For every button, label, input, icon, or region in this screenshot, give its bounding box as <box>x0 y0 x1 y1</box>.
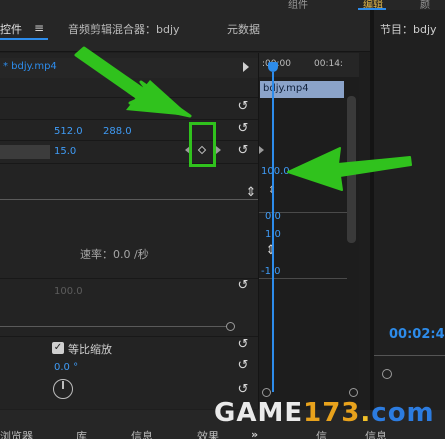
timeline-expand-arrow-icon[interactable] <box>259 146 264 154</box>
watermark-dot-text: . <box>360 398 372 428</box>
tab-program-monitor[interactable]: 节目：bdjy <box>380 21 437 37</box>
graph-fit-icon[interactable]: ⇕ <box>244 186 258 199</box>
scale-width-slider-track[interactable] <box>0 326 228 327</box>
next-keyframe-icon[interactable] <box>216 146 221 154</box>
ruler-time-mark: 00:14: <box>314 59 343 69</box>
uniform-scale-checkbox[interactable]: ✓ <box>52 342 64 354</box>
row-divider <box>0 336 258 337</box>
tab-metadata[interactable]: 元数据 <box>227 21 260 37</box>
timeline-zoom-end-handle[interactable] <box>349 388 358 397</box>
tab-media-browser[interactable]: 浏览器 <box>0 428 33 439</box>
graph-max-value: 100.0 <box>261 166 290 177</box>
scale-value[interactable]: 15.0 <box>54 146 76 157</box>
tab-info-3[interactable]: 信息 <box>365 428 387 439</box>
menu-icon[interactable]: ≡ <box>34 21 44 35</box>
velocity-bottom-value: -1.0 <box>261 266 281 277</box>
scale-width-value: 100.0 <box>54 286 83 297</box>
row-divider <box>0 278 258 279</box>
rotation-dial-icon[interactable] <box>53 379 73 399</box>
program-monitor-panel <box>374 10 445 410</box>
clip-name[interactable]: * bdjy.mp4 <box>3 61 57 72</box>
reset-position-icon[interactable]: ↺ <box>236 122 250 135</box>
watermark-game-text: GAME <box>214 398 304 428</box>
playhead-line[interactable] <box>272 72 274 392</box>
position-x-value[interactable]: 512.0 <box>54 126 83 137</box>
reset-rotation-icon[interactable]: ↺ <box>236 359 250 372</box>
annotation-highlight-box <box>189 122 216 167</box>
program-time-ruler[interactable] <box>374 355 445 356</box>
timeline-zoom-start-handle[interactable] <box>262 388 271 397</box>
watermark-com-text: com <box>371 398 435 428</box>
timeline-vertical-scrollbar[interactable] <box>347 96 356 243</box>
row-divider <box>0 163 258 164</box>
playhead-handle[interactable] <box>268 62 278 72</box>
reset-scale-icon[interactable]: ↺ <box>236 144 250 157</box>
scale-width-slider-knob[interactable] <box>226 322 235 331</box>
row-divider <box>0 97 258 98</box>
tab-libraries[interactable]: 库 <box>76 428 87 439</box>
timeline-clip-label: bdjy.mp4 <box>263 83 309 94</box>
tab-info-2[interactable]: 信 <box>316 428 327 439</box>
more-tabs-chevron-icon[interactable]: » <box>251 428 258 439</box>
reset-icon[interactable]: ↺ <box>236 100 250 113</box>
reset-scale-width-icon[interactable]: ↺ <box>236 279 250 292</box>
row-divider <box>0 119 258 120</box>
velocity-fit-icon[interactable]: ⇕ <box>264 244 278 257</box>
tab-audio-clip-mixer[interactable]: 音频剪辑混合器：bdjy <box>68 21 180 37</box>
tab-info[interactable]: 信息 <box>131 428 153 439</box>
reset-uniform-scale-icon[interactable]: ↺ <box>236 338 250 351</box>
scale-row-highlight <box>0 145 50 159</box>
watermark-logo: GAME173.com <box>214 398 435 428</box>
uniform-scale-label: 等比缩放 <box>68 343 112 356</box>
program-zoom-handle[interactable] <box>382 369 392 379</box>
row-divider <box>0 140 258 141</box>
velocity-rate-label: 速率：0.0 /秒 <box>80 248 149 261</box>
rotation-value[interactable]: 0.0 ° <box>54 362 78 373</box>
watermark-number-text: 173 <box>303 398 361 428</box>
position-y-value[interactable]: 288.0 <box>103 126 132 137</box>
scale-slider-track[interactable] <box>0 199 258 200</box>
active-tab-indicator <box>0 38 48 40</box>
effect-controls-panel <box>0 53 258 409</box>
tab-effects[interactable]: 效果 <box>197 428 219 439</box>
tab-effect-controls[interactable]: 控件 <box>0 21 22 37</box>
show-timeline-arrow-icon[interactable] <box>243 62 249 72</box>
program-timecode[interactable]: 00:02:42 <box>389 327 445 342</box>
reset-anchor-icon[interactable]: ↺ <box>236 383 250 396</box>
